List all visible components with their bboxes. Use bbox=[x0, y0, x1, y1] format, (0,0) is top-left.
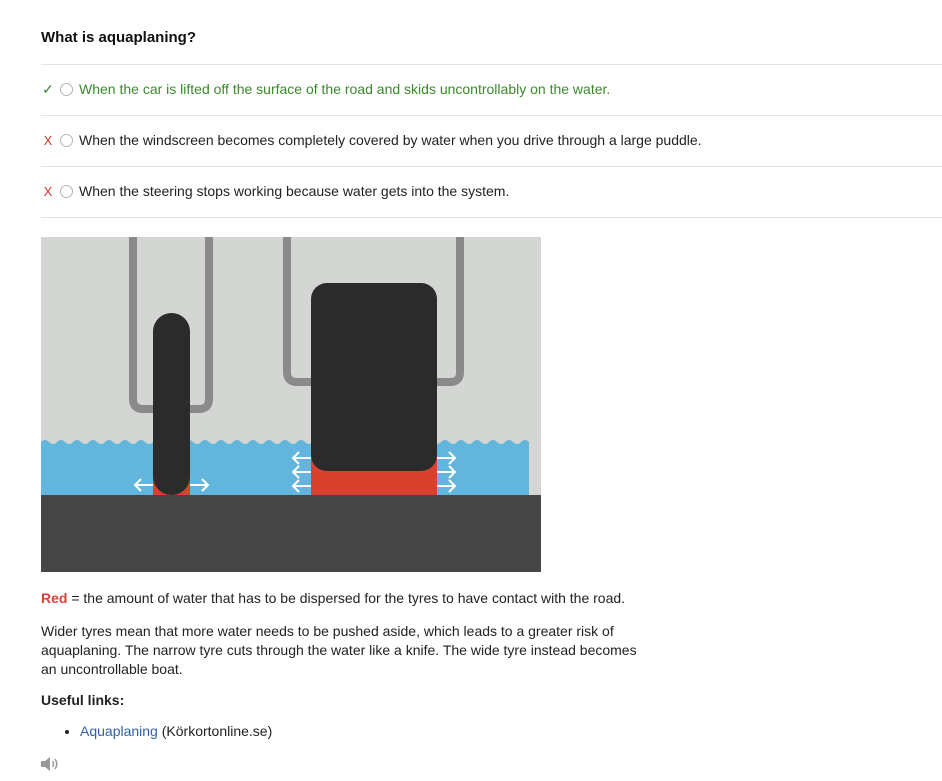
illustration-caption: Red = the amount of water that has to be… bbox=[41, 590, 625, 606]
speaker-icon[interactable] bbox=[40, 755, 60, 773]
useful-links-list: Aquaplaning (Körkortonline.se) bbox=[60, 723, 272, 739]
road-surface bbox=[41, 495, 541, 572]
explanation-paragraph: Wider tyres mean that more water needs t… bbox=[41, 623, 637, 677]
question-title: What is aquaplaning? bbox=[41, 29, 197, 46]
wide-tyre-icon bbox=[311, 283, 437, 471]
answer-option-text: When the steering stops working because … bbox=[79, 183, 510, 199]
radio-button[interactable] bbox=[60, 133, 73, 147]
caption-text: = the amount of water that has to be dis… bbox=[67, 590, 626, 606]
answer-option-3[interactable]: X When the steering stops working becaus… bbox=[41, 166, 942, 216]
answer-option-2[interactable]: X When the windscreen becomes completely… bbox=[41, 115, 942, 165]
list-item: Aquaplaning (Körkortonline.se) bbox=[80, 723, 272, 739]
radio-button[interactable] bbox=[60, 184, 73, 198]
caption-red-word: Red bbox=[41, 590, 68, 606]
wrong-x-icon: X bbox=[43, 132, 53, 148]
aquaplaning-link[interactable]: Aquaplaning bbox=[80, 723, 158, 739]
correct-check-icon: ✓ bbox=[42, 80, 54, 97]
radio-button[interactable] bbox=[60, 82, 73, 96]
narrow-tyre-icon bbox=[153, 313, 190, 495]
wide-arrows-right-icon bbox=[437, 451, 457, 493]
water-layer bbox=[41, 440, 529, 495]
aquaplaning-illustration bbox=[41, 237, 541, 572]
link-source: (Körkortonline.se) bbox=[161, 723, 273, 739]
wrong-x-icon: X bbox=[43, 183, 53, 199]
useful-links-title: Useful links: bbox=[41, 692, 125, 708]
divider bbox=[41, 217, 942, 218]
wide-arrows-left-icon bbox=[291, 451, 311, 493]
answer-option-text: When the car is lifted off the surface o… bbox=[79, 81, 611, 97]
answer-option-text: When the windscreen becomes completely c… bbox=[79, 132, 702, 148]
answer-option-1[interactable]: ✓ When the car is lifted off the surface… bbox=[41, 64, 942, 114]
